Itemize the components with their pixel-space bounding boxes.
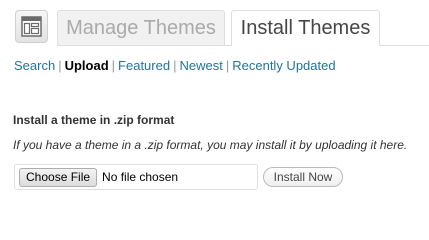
- choose-file-button[interactable]: Choose File: [19, 167, 98, 187]
- themes-icon: [15, 10, 48, 43]
- file-upload-field[interactable]: Choose File No file chosen: [14, 164, 258, 190]
- file-status-text: No file chosen: [102, 170, 179, 184]
- subnav-search-link[interactable]: Search: [14, 58, 55, 73]
- subnav-separator: |: [58, 58, 62, 73]
- subnav-upload-current: Upload: [64, 58, 109, 73]
- subnav: Search | Upload | Featured | Newest | Recently U…: [14, 58, 336, 73]
- tab-manage-themes[interactable]: Manage Themes: [57, 10, 225, 45]
- themes-icon-glyph: [21, 16, 42, 37]
- upload-section-description: If you have a theme in a .zip format, yo…: [13, 138, 408, 152]
- upload-section-title: Install a theme in .zip format: [13, 113, 175, 127]
- install-now-button[interactable]: Install Now: [263, 167, 343, 187]
- subnav-featured-link[interactable]: Featured: [118, 58, 170, 73]
- tab-install-themes[interactable]: Install Themes: [231, 10, 380, 46]
- subnav-separator: |: [225, 58, 230, 73]
- subnav-separator: |: [111, 58, 116, 73]
- subnav-recently-updated-link[interactable]: Recently Updated: [232, 58, 335, 73]
- subnav-separator: |: [173, 58, 177, 73]
- subnav-newest-link[interactable]: Newest: [179, 58, 222, 73]
